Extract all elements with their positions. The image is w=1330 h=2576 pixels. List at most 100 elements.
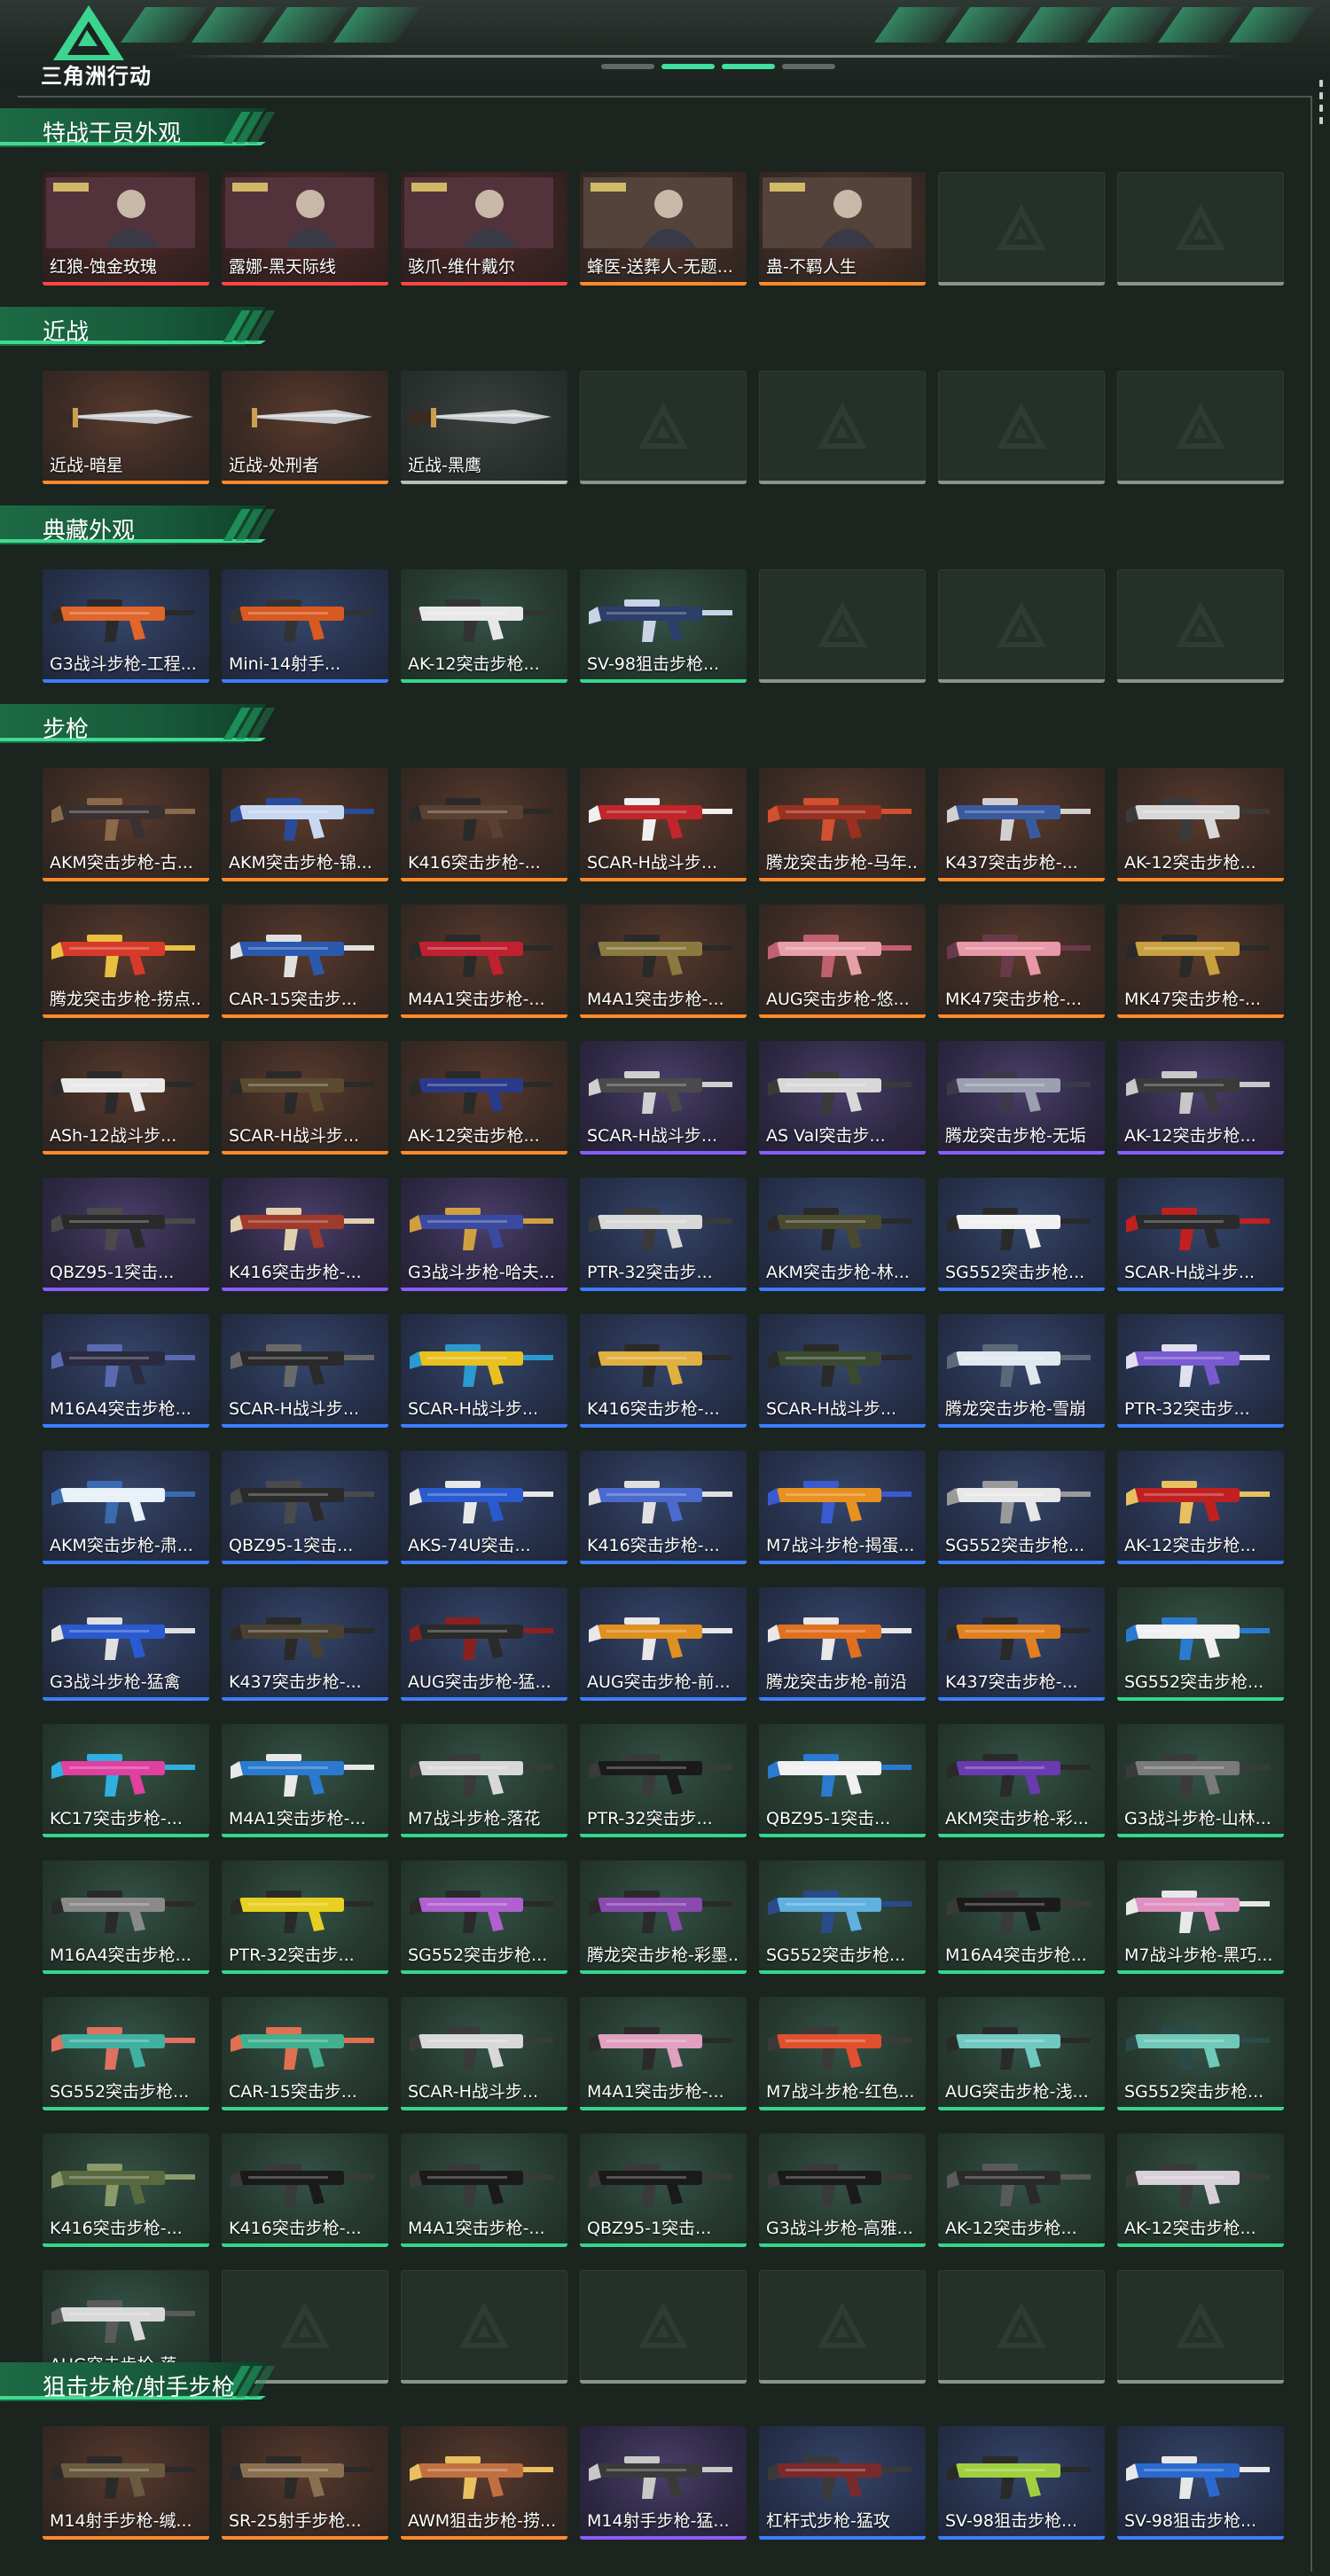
skin-card[interactable]: SV-98狙击步枪...	[938, 2426, 1105, 2540]
skin-card[interactable]: 露娜-黑天际线	[222, 172, 388, 286]
skin-card[interactable]: AKM突击步枪-彩...	[938, 1724, 1105, 1837]
skin-card[interactable]: SCAR-H战斗步...	[580, 768, 747, 881]
skin-card[interactable]: AK-12突击步枪...	[1117, 1451, 1284, 1564]
operator-skin-image	[583, 177, 743, 248]
skin-card[interactable]: K416突击步枪-...	[43, 2134, 209, 2247]
skin-card[interactable]: M14射手步枪-缄...	[43, 2426, 209, 2540]
skin-card[interactable]: MK47突击步枪-...	[1117, 904, 1284, 1018]
skin-card[interactable]: AUG突击步枪-猛...	[401, 1587, 567, 1701]
weapon-skin-image	[51, 1330, 200, 1392]
skin-card[interactable]: PTR-32突击步...	[222, 1860, 388, 1974]
skin-card[interactable]: SG552突击步枪...	[938, 1451, 1105, 1564]
skin-card[interactable]: K416突击步枪-...	[222, 2134, 388, 2247]
skin-card[interactable]: SV-98狙击步枪...	[1117, 2426, 1284, 2540]
skin-card[interactable]: 近战-暗星	[43, 371, 209, 484]
skin-card[interactable]: M7战斗步枪-落花	[401, 1724, 567, 1837]
skin-card[interactable]: 腾龙突击步枪-马年...	[759, 768, 926, 881]
skin-card[interactable]: AS Val突击步...	[759, 1041, 926, 1155]
skin-card[interactable]: SCAR-H战斗步...	[222, 1314, 388, 1428]
skin-card[interactable]: SG552突击步枪...	[759, 1860, 926, 1974]
skin-card[interactable]: AK-12突击步枪...	[401, 1041, 567, 1155]
skin-card[interactable]: M16A4突击步枪...	[43, 1314, 209, 1428]
skin-card[interactable]: SCAR-H战斗步...	[222, 1041, 388, 1155]
skin-card[interactable]: SV-98狙击步枪...	[580, 569, 747, 683]
skin-card[interactable]: AKM突击步枪-林...	[759, 1178, 926, 1291]
skin-card[interactable]: AK-12突击步枪...	[1117, 768, 1284, 881]
skin-card[interactable]: M7战斗步枪-揭蛋...	[759, 1451, 926, 1564]
skin-card[interactable]: K437突击步枪-...	[938, 768, 1105, 881]
skin-card[interactable]: 近战-处刑者	[222, 371, 388, 484]
skin-card[interactable]: 骇爪-维什戴尔	[401, 172, 567, 286]
skin-card[interactable]: AWM狙击步枪-捞...	[401, 2426, 567, 2540]
skin-card[interactable]: AK-12突击步枪...	[401, 569, 567, 683]
skin-card[interactable]: SCAR-H战斗步...	[759, 1314, 926, 1428]
skin-card[interactable]: AKM突击步枪-肃...	[43, 1451, 209, 1564]
skin-card[interactable]: KC17突击步枪-...	[43, 1724, 209, 1837]
skin-card[interactable]: SG552突击步枪...	[1117, 1997, 1284, 2110]
skin-card[interactable]: AKM突击步枪-古...	[43, 768, 209, 881]
skin-card[interactable]: AK-12突击步枪...	[1117, 1041, 1284, 1155]
skin-card[interactable]: M7战斗步枪-红色...	[759, 1997, 926, 2110]
skin-card[interactable]: G3战斗步枪-工程...	[43, 569, 209, 683]
skin-card[interactable]: SG552突击步枪...	[1117, 1587, 1284, 1701]
skin-card[interactable]: AK-12突击步枪...	[938, 2134, 1105, 2247]
skin-card[interactable]: MK47突击步枪-...	[938, 904, 1105, 1018]
skin-card[interactable]: AUG突击步枪-前...	[580, 1587, 747, 1701]
skin-card[interactable]: K437突击步枪-...	[938, 1587, 1105, 1701]
skin-card[interactable]: QBZ95-1突击...	[43, 1178, 209, 1291]
skin-card[interactable]: 腾龙突击步枪-前沿	[759, 1587, 926, 1701]
skin-card[interactable]: PTR-32突击步...	[1117, 1314, 1284, 1428]
skin-card[interactable]: ASh-12战斗步...	[43, 1041, 209, 1155]
skin-card[interactable]: AKS-74U突击...	[401, 1451, 567, 1564]
skin-card[interactable]: AK-12突击步枪...	[1117, 2134, 1284, 2247]
skin-card[interactable]: K437突击步枪-...	[222, 1587, 388, 1701]
skin-card[interactable]: SR-25射手步枪...	[222, 2426, 388, 2540]
skin-card[interactable]: 红狼-蚀金玫瑰	[43, 172, 209, 286]
skin-card[interactable]: 腾龙突击步枪-无垢	[938, 1041, 1105, 1155]
skin-card[interactable]: QBZ95-1突击...	[580, 2134, 747, 2247]
skin-card[interactable]: 腾龙突击步枪-雪崩	[938, 1314, 1105, 1428]
skin-card[interactable]: CAR-15突击步...	[222, 1997, 388, 2110]
skin-card[interactable]: M4A1突击步枪-...	[401, 904, 567, 1018]
skin-card[interactable]: 腾龙突击步枪-捞点...	[43, 904, 209, 1018]
rarity-bar	[759, 1288, 926, 1291]
skin-card[interactable]: SCAR-H战斗步...	[580, 1041, 747, 1155]
skin-card[interactable]: AUG突击步枪-悠...	[759, 904, 926, 1018]
skin-card[interactable]: G3战斗步枪-猛禽	[43, 1587, 209, 1701]
skin-card[interactable]: M4A1突击步枪-...	[401, 2134, 567, 2247]
skin-card[interactable]: PTR-32突击步...	[580, 1724, 747, 1837]
skin-card[interactable]: K416突击步枪-...	[401, 768, 567, 881]
skin-card[interactable]: G3战斗步枪-山林...	[1117, 1724, 1284, 1837]
skin-card[interactable]: SG552突击步枪...	[401, 1860, 567, 1974]
skin-card[interactable]: G3战斗步枪-哈夫...	[401, 1178, 567, 1291]
skin-card[interactable]: M4A1突击步枪-...	[580, 904, 747, 1018]
skin-card[interactable]: CAR-15突击步...	[222, 904, 388, 1018]
skin-card[interactable]: M16A4突击步枪...	[43, 1860, 209, 1974]
skin-card[interactable]: SG552突击步枪...	[43, 1997, 209, 2110]
skin-card[interactable]: QBZ95-1突击...	[759, 1724, 926, 1837]
skin-card[interactable]: K416突击步枪-...	[580, 1451, 747, 1564]
skin-card[interactable]: AUG突击步枪-浅...	[938, 1997, 1105, 2110]
skin-card[interactable]: K416突击步枪-...	[580, 1314, 747, 1428]
skin-card[interactable]: PTR-32突击步...	[580, 1178, 747, 1291]
skin-card[interactable]: G3战斗步枪-高雅...	[759, 2134, 926, 2247]
skin-card[interactable]: SCAR-H战斗步...	[401, 1997, 567, 2110]
skin-card[interactable]: M4A1突击步枪-...	[222, 1724, 388, 1837]
skin-card[interactable]: M4A1突击步枪-...	[580, 1997, 747, 2110]
skin-card[interactable]: M7战斗步枪-黑巧...	[1117, 1860, 1284, 1974]
skin-card[interactable]: Mini-14射手...	[222, 569, 388, 683]
skin-card[interactable]: SCAR-H战斗步...	[1117, 1178, 1284, 1291]
skin-name: M4A1突击步枪-...	[408, 990, 545, 1009]
skin-card[interactable]: SCAR-H战斗步...	[401, 1314, 567, 1428]
skin-card[interactable]: AKM突击步枪-锦...	[222, 768, 388, 881]
skin-card[interactable]: SG552突击步枪...	[938, 1178, 1105, 1291]
skin-card[interactable]: 近战-黑鹰	[401, 371, 567, 484]
skin-card[interactable]: QBZ95-1突击...	[222, 1451, 388, 1564]
skin-card[interactable]: 蛊-不羁人生	[759, 172, 926, 286]
skin-card[interactable]: M14射手步枪-猛...	[580, 2426, 747, 2540]
skin-card[interactable]: 杠杆式步枪-猛攻	[759, 2426, 926, 2540]
skin-card[interactable]: 蜂医-送葬人-无题...	[580, 172, 747, 286]
skin-card[interactable]: K416突击步枪-...	[222, 1178, 388, 1291]
skin-card[interactable]: 腾龙突击步枪-彩墨...	[580, 1860, 747, 1974]
skin-card[interactable]: M16A4突击步枪...	[938, 1860, 1105, 1974]
